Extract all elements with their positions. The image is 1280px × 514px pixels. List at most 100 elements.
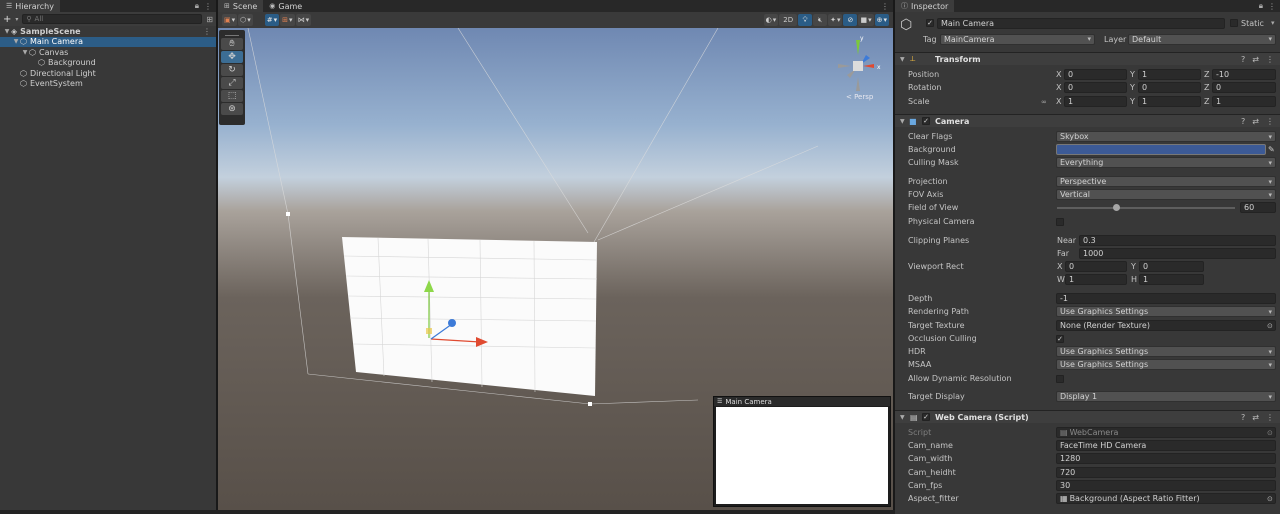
projection-dropdown[interactable]: Perspective: [1056, 176, 1276, 187]
background-color-field[interactable]: [1056, 144, 1266, 155]
preset-icon[interactable]: ⇄: [1252, 117, 1259, 126]
position-x-input[interactable]: 0: [1064, 69, 1127, 80]
hidden-objects-toggle[interactable]: ⊘: [843, 14, 858, 26]
rect-tool-icon[interactable]: ⬚: [221, 90, 243, 102]
target-display-dropdown[interactable]: Display 1: [1056, 391, 1276, 402]
tag-dropdown[interactable]: MainCamera: [940, 34, 1095, 45]
help-icon[interactable]: ?: [1241, 117, 1245, 126]
fov-axis-dropdown[interactable]: Vertical: [1056, 189, 1276, 200]
align-button[interactable]: ⋈ ▾: [295, 14, 312, 26]
2d-toggle[interactable]: 2D: [779, 14, 798, 26]
object-picker-icon[interactable]: ⊙: [1267, 429, 1273, 437]
object-picker-icon[interactable]: ⊙: [1267, 495, 1273, 503]
position-y-input[interactable]: 1: [1138, 69, 1201, 80]
fov-slider-handle[interactable]: [1112, 204, 1120, 211]
position-z-input[interactable]: -10: [1212, 69, 1276, 80]
link-icon[interactable]: ∞: [1041, 98, 1047, 106]
webcamera-script-header[interactable]: ▼ ▤ ✓ Web Camera (Script) ? ⇄ ⋮: [895, 410, 1280, 423]
layer-dropdown[interactable]: Default: [1128, 34, 1276, 45]
tab-scene[interactable]: ⊞ Scene: [218, 0, 264, 12]
hierarchy-item[interactable]: ⬡ EventSystem: [0, 79, 216, 90]
tab-inspector[interactable]: ⓘ Inspector: [895, 0, 955, 12]
eyedropper-icon[interactable]: ✎: [1268, 145, 1275, 154]
grid-snap-button[interactable]: # ▾: [264, 14, 280, 26]
tab-game[interactable]: ◉ Game: [263, 0, 308, 12]
kebab-menu-icon[interactable]: ⋮: [1266, 55, 1274, 64]
physical-camera-checkbox[interactable]: [1056, 217, 1064, 226]
aspect-fitter-field[interactable]: ▦ Background (Aspect Ratio Fitter): [1056, 493, 1276, 504]
transform-tool-icon[interactable]: ⊛: [221, 103, 243, 115]
increment-snap-button[interactable]: ⊞ ▾: [280, 14, 295, 26]
scale-z-input[interactable]: 1: [1212, 96, 1276, 107]
near-input[interactable]: 0.3: [1079, 235, 1276, 246]
chevron-down-icon[interactable]: ▾: [15, 16, 18, 23]
rotation-x-input[interactable]: 0: [1064, 82, 1127, 93]
search-by-type-icon[interactable]: ⊞: [206, 15, 213, 24]
lighting-toggle[interactable]: 💡︎: [798, 14, 813, 26]
cam-height-input[interactable]: 720: [1056, 467, 1276, 478]
culling-mask-dropdown[interactable]: Everything: [1056, 157, 1276, 168]
tab-hierarchy[interactable]: ☰ Hierarchy: [0, 0, 60, 12]
shading-mode-button[interactable]: ◐ ▾: [763, 14, 779, 26]
kebab-menu-icon[interactable]: ⋮: [1268, 2, 1276, 11]
preset-icon[interactable]: ⇄: [1252, 55, 1259, 64]
rotate-tool-icon[interactable]: ↻: [221, 64, 243, 76]
cam-width-input[interactable]: 1280: [1056, 453, 1276, 464]
search-input[interactable]: ⚲ All: [22, 14, 203, 24]
cam-fps-input[interactable]: 30: [1056, 480, 1276, 491]
clear-flags-dropdown[interactable]: Skybox: [1056, 131, 1276, 142]
foldout-arrow-icon[interactable]: ▼: [21, 49, 29, 56]
vp-x-input[interactable]: 0: [1065, 261, 1127, 272]
effects-button[interactable]: ✦ ▾: [828, 14, 843, 26]
rotation-y-input[interactable]: 0: [1138, 82, 1201, 93]
kebab-menu-icon[interactable]: ⋮: [204, 2, 212, 11]
render-mode-button[interactable]: ⬡ ▾: [238, 14, 253, 26]
preset-icon[interactable]: ⇄: [1252, 413, 1259, 422]
occlusion-culling-checkbox[interactable]: ✓: [1056, 334, 1064, 343]
rotation-z-input[interactable]: 0: [1212, 82, 1276, 93]
lock-icon[interactable]: 🔒︎: [1259, 1, 1263, 11]
help-icon[interactable]: ?: [1241, 413, 1245, 422]
msaa-dropdown[interactable]: Use Graphics Settings: [1056, 359, 1276, 370]
camera-enabled-checkbox[interactable]: ✓: [922, 117, 930, 125]
scale-x-input[interactable]: 1: [1064, 96, 1127, 107]
hdr-dropdown[interactable]: Use Graphics Settings: [1056, 346, 1276, 357]
hierarchy-item[interactable]: ⬡ Background: [0, 58, 216, 69]
hierarchy-item[interactable]: ▼ ⬡ Main Camera: [0, 36, 216, 47]
dynamic-resolution-checkbox[interactable]: [1056, 374, 1064, 383]
add-icon[interactable]: +: [3, 14, 11, 25]
lock-icon[interactable]: 🔒︎: [195, 1, 199, 11]
kebab-menu-icon[interactable]: ⋮: [881, 2, 889, 11]
object-name-input[interactable]: Main Camera: [937, 18, 1225, 29]
foldout-arrow-icon[interactable]: ▼: [3, 28, 11, 35]
object-picker-icon[interactable]: ⊙: [1267, 322, 1273, 330]
script-enabled-checkbox[interactable]: ✓: [922, 413, 930, 421]
move-tool-icon[interactable]: ✥: [221, 51, 243, 63]
camera-settings-button[interactable]: ■ ▾: [858, 14, 874, 26]
projection-label[interactable]: < Persp: [846, 93, 873, 101]
foldout-arrow-icon[interactable]: ▼: [12, 38, 20, 45]
hand-tool-icon[interactable]: ✋︎: [221, 38, 243, 50]
camera-preview-header[interactable]: ☰ Main Camera: [714, 397, 890, 406]
overlay-drag-handle[interactable]: [225, 32, 239, 36]
fov-input[interactable]: 60: [1240, 202, 1276, 213]
scale-y-input[interactable]: 1: [1138, 96, 1201, 107]
hierarchy-item[interactable]: ▼ ◈ SampleScene ⋮: [0, 26, 216, 37]
depth-input[interactable]: -1: [1056, 293, 1276, 304]
vp-y-input[interactable]: 0: [1139, 261, 1204, 272]
static-checkbox[interactable]: [1230, 19, 1238, 27]
vp-w-input[interactable]: 1: [1065, 274, 1127, 285]
rendering-path-dropdown[interactable]: Use Graphics Settings: [1056, 306, 1276, 317]
scale-tool-icon[interactable]: ⤢: [221, 77, 243, 89]
vp-h-input[interactable]: 1: [1139, 274, 1204, 285]
active-checkbox[interactable]: ✓: [926, 19, 934, 27]
hierarchy-item[interactable]: ⬡ Directional Light: [0, 68, 216, 79]
far-input[interactable]: 1000: [1079, 248, 1276, 259]
help-icon[interactable]: ?: [1241, 55, 1245, 64]
scene-viewport[interactable]: ✋︎ ✥ ↻ ⤢ ⬚ ⊛ y x < Persp ☰ Main Camera: [218, 28, 893, 510]
kebab-menu-icon[interactable]: ⋮: [203, 27, 211, 36]
kebab-menu-icon[interactable]: ⋮: [1266, 413, 1274, 422]
cam-name-input[interactable]: FaceTime HD Camera: [1056, 440, 1276, 451]
hierarchy-item[interactable]: ▼ ⬡ Canvas: [0, 47, 216, 58]
draw-mode-button[interactable]: ▣ ▾: [222, 14, 238, 26]
